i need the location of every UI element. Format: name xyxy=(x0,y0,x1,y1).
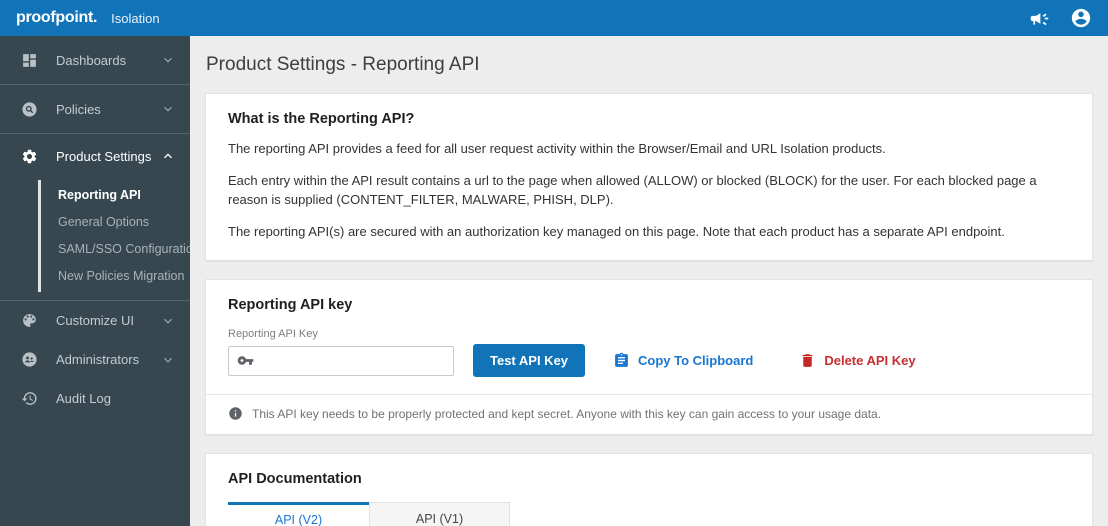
sidebar-item-reporting-api[interactable]: Reporting API xyxy=(41,182,190,209)
chevron-down-icon xyxy=(160,313,176,329)
reporting-api-key-card: Reporting API key Reporting API Key Test… xyxy=(205,279,1093,436)
sidebar-item-label: Administrators xyxy=(56,352,140,367)
tab-api-v2[interactable]: API (V2) xyxy=(228,502,369,526)
api-key-field-label: Reporting API Key xyxy=(228,328,318,341)
sidebar-item-label: Customize UI xyxy=(56,313,135,328)
sidebar-item-label: Dashboards xyxy=(56,52,127,68)
gear-icon xyxy=(21,148,38,165)
key-icon xyxy=(237,356,254,366)
sidebar-item-saml-sso-configuration[interactable]: SAML/SSO Configuration xyxy=(41,236,200,263)
sidebar-item-general-options[interactable]: General Options xyxy=(41,209,190,236)
sidebar: Dashboards Policies Product Settings Rep… xyxy=(0,36,200,526)
user-circle-icon[interactable] xyxy=(1070,7,1092,29)
api-key-info-text: This API key needs to be properly protec… xyxy=(252,406,882,421)
policy-search-icon xyxy=(21,101,38,118)
api-documentation-card: API Documentation API (V2) API (V1) API … xyxy=(205,453,1093,526)
api-key-info-note: This API key needs to be properly protec… xyxy=(206,394,1092,434)
page-title: Product Settings - Reporting API xyxy=(206,54,480,75)
sidebar-item-dashboards[interactable]: Dashboards xyxy=(0,36,190,84)
tab-api-v1[interactable]: API (V1) xyxy=(369,502,510,526)
top-bar: proofpoint. Isolation xyxy=(0,0,1108,36)
sidebar-item-label: Product Settings xyxy=(56,148,152,164)
chevron-down-icon xyxy=(160,101,176,117)
sidebar-item-administrators[interactable]: Administrators xyxy=(0,340,190,379)
sidebar-item-product-settings[interactable]: Product Settings xyxy=(0,134,190,178)
api-docs-heading: API Documentation xyxy=(228,471,362,488)
proofpoint-logo: proofpoint. xyxy=(16,9,98,26)
sidebar-item-label: Audit Log xyxy=(56,391,111,406)
sidebar-item-label: Policies xyxy=(56,101,101,117)
copy-to-clipboard-label: Copy To Clipboard xyxy=(638,353,754,369)
chevron-down-icon xyxy=(160,352,176,368)
main-content: Product Settings - Reporting API What is… xyxy=(190,36,1108,526)
about-reporting-api-card: What is the Reporting API? The reporting… xyxy=(205,93,1093,262)
sidebar-item-customize-ui[interactable]: Customize UI xyxy=(0,301,190,340)
sidebar-item-audit-log[interactable]: Audit Log xyxy=(0,379,190,418)
about-card-heading: What is the Reporting API? xyxy=(228,111,415,127)
trash-icon xyxy=(802,354,813,368)
sidebar-item-new-policies-migration[interactable]: New Policies Migration xyxy=(41,263,190,290)
product-settings-submenu: Reporting API General Options SAML/SSO C… xyxy=(38,180,200,292)
palette-icon xyxy=(21,312,38,329)
about-paragraph: Each entry within the API result contain… xyxy=(228,172,1037,207)
topbar-actions xyxy=(1029,7,1092,29)
test-api-key-button[interactable]: Test API Key xyxy=(473,344,586,378)
info-icon xyxy=(229,407,242,421)
chevron-down-icon xyxy=(160,52,176,68)
about-paragraph: The reporting API(s) are secured with an… xyxy=(228,223,1005,239)
history-icon xyxy=(21,390,38,407)
sidebar-item-policies[interactable]: Policies xyxy=(0,85,190,133)
dashboard-icon xyxy=(21,52,38,69)
delete-api-key-button[interactable]: Delete API Key xyxy=(799,352,916,369)
api-key-input-wrap xyxy=(228,345,454,376)
copy-to-clipboard-button[interactable]: Copy To Clipboard xyxy=(613,352,753,369)
api-key-card-heading: Reporting API key xyxy=(228,297,353,314)
reporting-api-key-input[interactable] xyxy=(261,352,445,370)
clipboard-icon xyxy=(615,353,628,368)
delete-api-key-label: Delete API Key xyxy=(824,353,916,369)
product-name: Isolation xyxy=(111,10,160,26)
megaphone-icon[interactable] xyxy=(1029,8,1050,29)
chevron-up-icon xyxy=(160,148,176,164)
api-docs-tabs: API (V2) API (V1) xyxy=(228,502,1070,526)
about-paragraph: The reporting API provides a feed for al… xyxy=(228,141,886,156)
people-circle-icon xyxy=(21,351,38,368)
